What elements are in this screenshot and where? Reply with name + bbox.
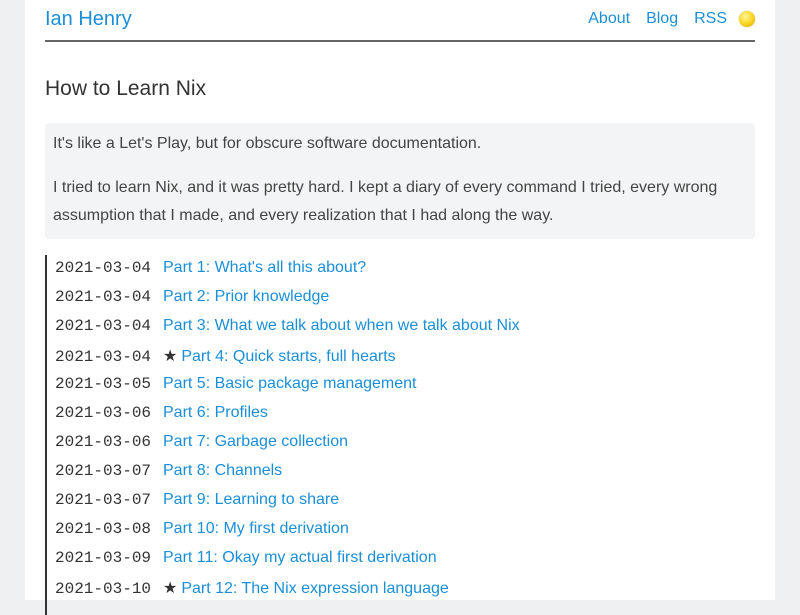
post-link[interactable]: Part 8: Channels: [163, 462, 282, 479]
post-link[interactable]: Part 2: Prior knowledge: [163, 288, 329, 305]
list-item: 2021-03-07 Part 8: Channels: [55, 462, 282, 491]
post-date: 2021-03-10: [55, 580, 152, 598]
list-item: 2021-03-09 Part 11: Okay my actual first …: [55, 549, 437, 578]
site-title-link[interactable]: Ian Henry: [45, 8, 132, 31]
post-link[interactable]: Part 3: What we talk about when we talk …: [163, 317, 520, 334]
site-header: Ian Henry About Blog RSS: [45, 0, 755, 42]
list-item: 2021-03-04 Part 3: What we talk about whe…: [55, 317, 520, 346]
list-item: 2021-03-07 Part 9: Learning to share: [55, 491, 339, 520]
post-link[interactable]: Part 10: My first derivation: [163, 520, 349, 537]
post-date: 2021-03-04: [55, 348, 152, 366]
page-title: How to Learn Nix: [45, 77, 207, 100]
top-nav: About Blog RSS: [572, 10, 755, 28]
post-link[interactable]: Part 11: Okay my actual first derivation: [163, 549, 437, 566]
page-container: Ian Henry About Blog RSS How to Learn Ni…: [25, 0, 775, 615]
list-item: 2021-03-08 Part 10: My first derivation: [55, 520, 349, 549]
post-date: 2021-03-06: [55, 433, 152, 451]
nav-about-link[interactable]: About: [588, 10, 630, 28]
intro-box: It's like a Let's Play, but for obscure …: [45, 123, 755, 239]
star-icon: ★: [163, 348, 178, 365]
post-date: 2021-03-04: [55, 259, 152, 277]
nav-blog-link[interactable]: Blog: [646, 10, 678, 28]
post-link[interactable]: Part 6: Profiles: [163, 404, 268, 421]
sun-icon[interactable]: [739, 11, 755, 27]
list-item: 2021-03-06 Part 7: Garbage collection: [55, 433, 348, 462]
post-date: 2021-03-07: [55, 491, 152, 509]
post-list: 2021-03-04 Part 1: What's all this about?…: [45, 255, 757, 615]
post-date: 2021-03-06: [55, 404, 152, 422]
intro-paragraph: I tried to learn Nix, and it was pretty …: [53, 179, 718, 224]
list-item: 2021-03-04 Part 1: What's all this about?: [55, 259, 366, 288]
nav-rss-link[interactable]: RSS: [694, 10, 727, 28]
list-item: 2021-03-04 ★ Part 4: Quick starts, full he…: [55, 346, 396, 375]
post-date: 2021-03-07: [55, 462, 152, 480]
post-date: 2021-03-04: [55, 317, 152, 335]
post-date: 2021-03-09: [55, 549, 152, 567]
intro-paragraph: It's like a Let's Play, but for obscure …: [53, 135, 482, 152]
star-icon: ★: [163, 580, 178, 597]
post-link[interactable]: Part 5: Basic package management: [163, 375, 416, 392]
post-link[interactable]: Part 4: Quick starts, full hearts: [181, 348, 395, 365]
list-item: 2021-03-04 Part 2: Prior knowledge: [55, 288, 329, 317]
list-item: 2021-03-10 ★ Part 12: The Nix expression l…: [55, 578, 449, 607]
post-link[interactable]: Part 1: What's all this about?: [163, 259, 366, 276]
post-link[interactable]: Part 9: Learning to share: [163, 491, 339, 508]
post-date: 2021-03-05: [55, 375, 152, 393]
list-item: 2021-03-06 Part 6: Profiles: [55, 404, 268, 433]
post-link[interactable]: Part 7: Garbage collection: [163, 433, 348, 450]
list-item: 2021-03-05 Part 5: Basic package manageme…: [55, 375, 416, 404]
post-date: 2021-03-04: [55, 288, 152, 306]
post-link[interactable]: Part 12: The Nix expression language: [181, 580, 448, 597]
post-date: 2021-03-08: [55, 520, 152, 538]
